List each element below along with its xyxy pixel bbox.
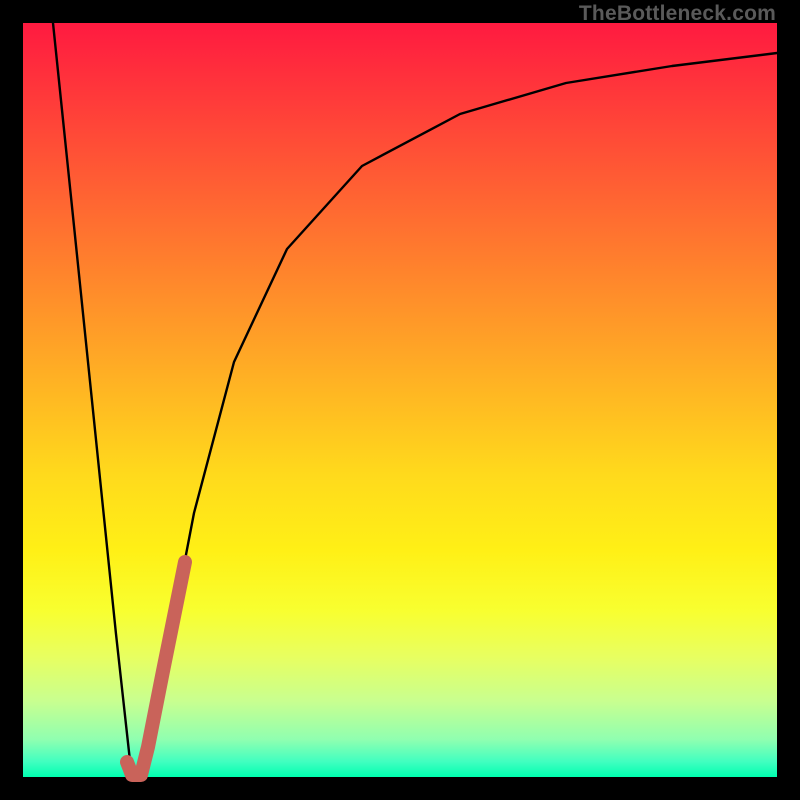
plot-area <box>23 23 777 777</box>
chart-container: TheBottleneck.com <box>0 0 800 800</box>
highlight-segment <box>127 562 185 775</box>
watermark-text: TheBottleneck.com <box>579 2 776 26</box>
chart-svg <box>23 23 777 777</box>
